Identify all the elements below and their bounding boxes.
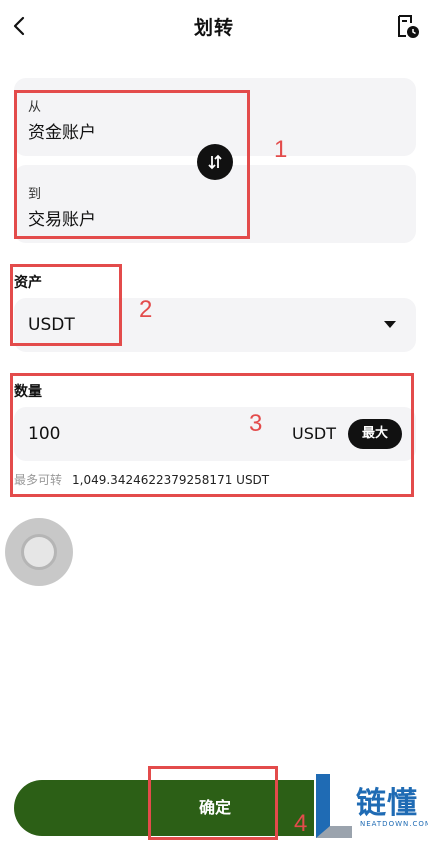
- from-account-value: 资金账户: [28, 123, 96, 143]
- to-account-value: 交易账户: [28, 210, 96, 230]
- asset-select[interactable]: USDT: [14, 298, 416, 352]
- watermark: 链懂 NEATDOWN.COM: [314, 772, 428, 840]
- annotation-number-2: 2: [139, 296, 153, 323]
- caret-down-icon: [384, 321, 396, 328]
- annotation-number-3: 3: [249, 410, 263, 437]
- asset-value: USDT: [28, 315, 75, 335]
- to-label: 到: [28, 187, 42, 202]
- page-title: 划转: [193, 17, 234, 39]
- annotation-number-1: 1: [274, 136, 288, 163]
- header-bar: 划转: [0, 0, 428, 54]
- watermark-cn-text: 链懂: [356, 786, 418, 821]
- amount-unit: USDT: [292, 424, 336, 443]
- asset-label: 资产: [14, 275, 42, 291]
- watermark-logo-icon: [316, 774, 352, 838]
- swap-accounts-button[interactable]: [197, 144, 233, 180]
- available-value: 1,049.3424622379258171 USDT: [72, 473, 270, 487]
- max-button[interactable]: 最大: [348, 419, 402, 449]
- available-label: 最多可转: [14, 473, 63, 487]
- annotation-number-4: 4: [294, 810, 308, 837]
- amount-label: 数量: [14, 384, 42, 400]
- available-balance-row: 最多可转 1,049.3424622379258171 USDT: [14, 471, 269, 488]
- floating-button-inner: [21, 534, 57, 570]
- amount-input[interactable]: [28, 417, 268, 451]
- watermark-en-text: NEATDOWN.COM: [360, 820, 428, 828]
- amount-field-box: USDT 最大: [14, 407, 416, 461]
- floating-assistive-button[interactable]: [5, 518, 73, 586]
- history-record-icon[interactable]: [396, 14, 420, 40]
- from-label: 从: [28, 100, 42, 115]
- swap-arrows-icon: [208, 154, 222, 170]
